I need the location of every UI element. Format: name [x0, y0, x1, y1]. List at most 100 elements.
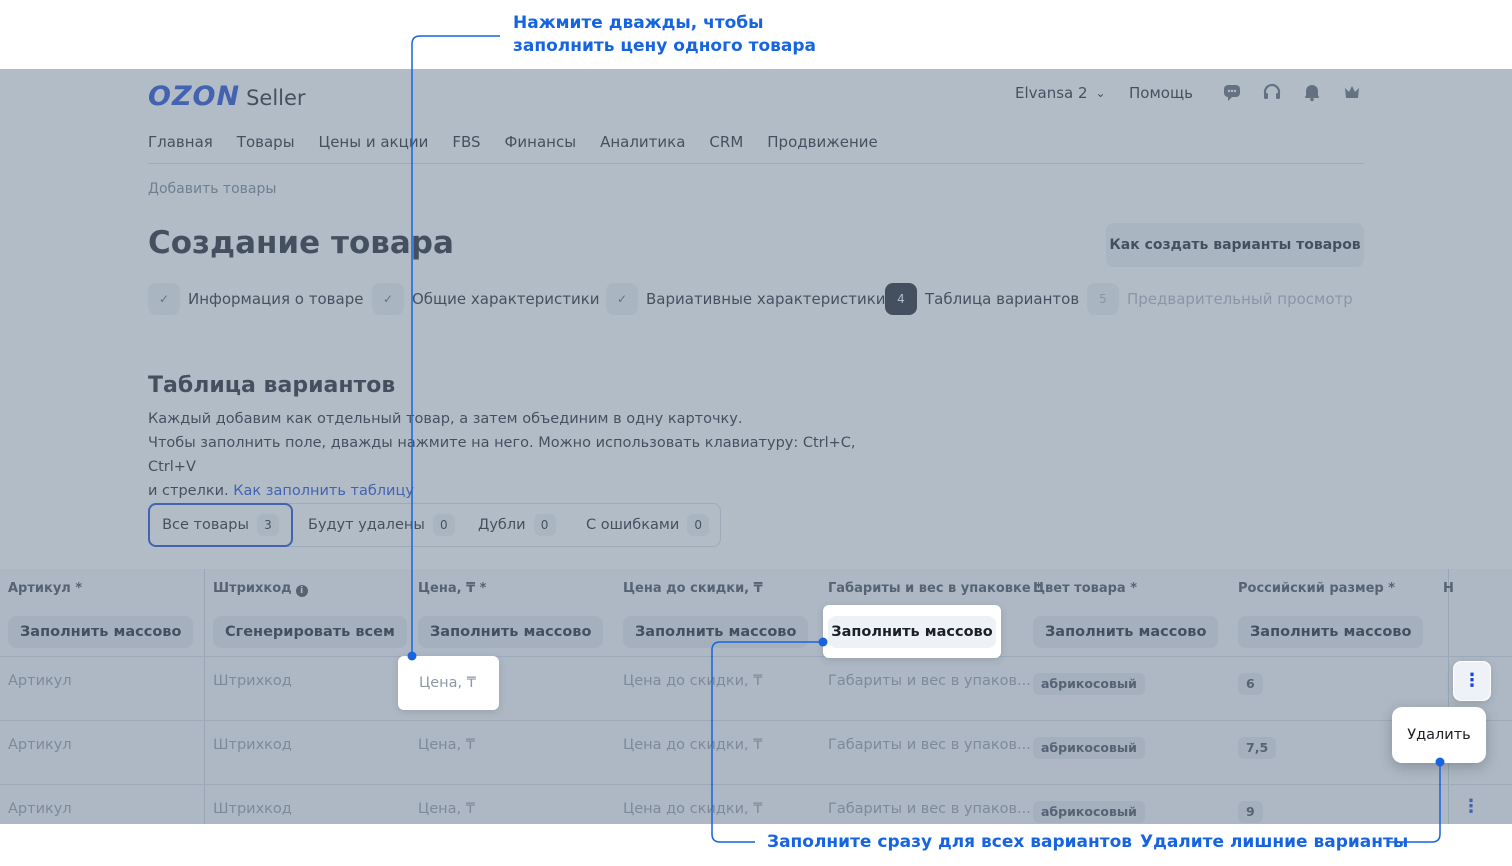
- column-header-dimensions: Габариты и вес в упаковке *: [828, 581, 1042, 596]
- ozon-seller-logo[interactable]: OZON Seller: [148, 81, 306, 112]
- price-cell[interactable]: Цена, ₸: [418, 801, 475, 817]
- callout-fill-all: Заполните сразу для всех вариантов: [767, 832, 1133, 852]
- column-header-old-price: Цена до скидки, ₸: [623, 581, 763, 596]
- row-divider: [0, 656, 1512, 657]
- nav-item-home[interactable]: Главная: [148, 133, 213, 151]
- row-divider: [0, 784, 1512, 785]
- column-divider: [204, 569, 205, 824]
- chat-icon[interactable]: [1221, 82, 1243, 104]
- nav-item-products[interactable]: Товары: [237, 133, 295, 151]
- price-cell[interactable]: Цена, ₸: [398, 656, 499, 710]
- tab-with-errors[interactable]: С ошибками 0: [586, 504, 710, 546]
- size-chip[interactable]: 7,5: [1238, 737, 1277, 759]
- generate-all-button[interactable]: Сгенерировать всем: [213, 616, 407, 648]
- tab-to-be-deleted[interactable]: Будут удалены 0: [308, 504, 455, 546]
- tab-count: 0: [687, 514, 710, 536]
- price-cell[interactable]: Цена, ₸: [418, 737, 475, 753]
- nav-item-analytics[interactable]: Аналитика: [600, 133, 685, 151]
- callout-line: Нажмите дважды, чтобы: [513, 13, 764, 33]
- article-cell[interactable]: Артикул: [8, 801, 72, 817]
- fill-mass-button[interactable]: Заполнить массово: [8, 616, 194, 648]
- tab-count: 3: [256, 514, 279, 536]
- nav-item-crm[interactable]: CRM: [709, 133, 743, 151]
- fill-mass-button[interactable]: Заполнить массово: [1033, 616, 1219, 648]
- account-switcher[interactable]: Elvansa 2 ⌄: [1015, 84, 1106, 102]
- how-to-fill-link[interactable]: Как заполнить таблицу: [233, 483, 414, 499]
- fill-mass-button[interactable]: Заполнить массово: [1238, 616, 1424, 648]
- breadcrumb[interactable]: Добавить товары: [148, 181, 276, 197]
- section-description: Каждый добавим как отдельный товар, а за…: [148, 407, 888, 503]
- tab-all-products[interactable]: Все товары 3: [148, 503, 293, 547]
- nav-item-fbs[interactable]: FBS: [452, 133, 480, 151]
- check-icon: ✓: [606, 283, 638, 315]
- nav-divider: [148, 163, 1364, 164]
- step-label: Общие характеристики: [412, 290, 600, 308]
- step-number: 5: [1087, 283, 1119, 315]
- variants-table: [0, 569, 1512, 824]
- nav-item-promotion[interactable]: Продвижение: [767, 133, 877, 151]
- row-menu-icon[interactable]: ⋮: [1453, 796, 1489, 817]
- step-product-info[interactable]: ✓ Информация о товаре: [148, 283, 363, 315]
- tab-label: С ошибками: [586, 517, 680, 533]
- bell-icon[interactable]: [1301, 82, 1323, 104]
- old-price-cell[interactable]: Цена до скидки, ₸: [623, 801, 762, 817]
- barcode-cell[interactable]: Штрихкод: [213, 801, 292, 817]
- logo-product: Seller: [246, 86, 306, 110]
- delete-menu-item[interactable]: Удалить: [1392, 707, 1486, 763]
- old-price-cell[interactable]: Цена до скидки, ₸: [623, 737, 762, 753]
- nav-item-finance[interactable]: Финансы: [505, 133, 577, 151]
- step-variants-table[interactable]: 4 Таблица вариантов: [885, 283, 1079, 315]
- page-title: Создание товара: [148, 225, 454, 261]
- nav-item-prices[interactable]: Цены и акции: [319, 133, 429, 151]
- step-variant-specs[interactable]: ✓ Вариативные характеристики: [606, 283, 886, 315]
- headset-icon[interactable]: [1261, 82, 1283, 104]
- fill-mass-button[interactable]: Заполнить массово: [623, 616, 809, 648]
- step-label: Информация о товаре: [188, 290, 364, 308]
- howto-variants-button[interactable]: Как создать варианты товаров: [1106, 223, 1364, 267]
- size-chip[interactable]: 6: [1238, 673, 1263, 695]
- column-header-price: Цена, ₸ *: [418, 581, 487, 596]
- check-icon: ✓: [372, 283, 404, 315]
- fill-mass-button[interactable]: Заполнить массово: [418, 616, 604, 648]
- callout-double-click: Нажмите дважды, чтобы заполнить цену одн…: [513, 12, 816, 58]
- article-cell[interactable]: Артикул: [8, 737, 72, 753]
- tab-count: 0: [533, 514, 556, 536]
- barcode-cell[interactable]: Штрихкод: [213, 673, 292, 689]
- row-menu-icon[interactable]: ⋮: [1454, 662, 1490, 700]
- description-line: и стрелки.: [148, 483, 229, 499]
- tab-label: Будут удалены: [308, 517, 425, 533]
- column-header-next: Н: [1443, 581, 1454, 596]
- color-chip[interactable]: абрикосовый: [1033, 673, 1145, 695]
- chevron-down-icon: ⌄: [1095, 86, 1106, 100]
- color-chip[interactable]: абрикосовый: [1033, 801, 1145, 823]
- callout-line: заполнить цену одного товара: [513, 36, 816, 56]
- step-label: Предварительный просмотр: [1127, 290, 1353, 308]
- column-header-label: Штрихкод: [213, 581, 292, 596]
- tab-duplicates[interactable]: Дубли 0: [478, 504, 556, 546]
- color-chip[interactable]: абрикосовый: [1033, 737, 1145, 759]
- dimensions-cell[interactable]: Габариты и вес в упаков...: [828, 673, 1031, 689]
- description-line: Каждый добавим как отдельный товар, а за…: [148, 411, 743, 427]
- fill-mass-button[interactable]: Заполнить массово: [828, 616, 996, 648]
- info-icon[interactable]: i: [295, 585, 308, 597]
- tab-label: Дубли: [478, 517, 526, 533]
- column-header-color: Цвет товара *: [1033, 581, 1138, 596]
- dimensions-cell[interactable]: Габариты и вес в упаков...: [828, 737, 1031, 753]
- old-price-cell[interactable]: Цена до скидки, ₸: [623, 673, 762, 689]
- help-link[interactable]: Помощь: [1129, 84, 1193, 102]
- highlighted-row-menu: ⋮: [1453, 661, 1491, 701]
- step-preview[interactable]: 5 Предварительный просмотр: [1087, 283, 1353, 315]
- step-number: 4: [885, 283, 917, 315]
- step-label: Вариативные характеристики: [646, 290, 886, 308]
- step-general-specs[interactable]: ✓ Общие характеристики: [372, 283, 600, 315]
- crown-icon[interactable]: [1341, 82, 1363, 104]
- size-chip[interactable]: 9: [1238, 801, 1263, 823]
- article-cell[interactable]: Артикул: [8, 673, 72, 689]
- column-header-ru-size: Российский размер *: [1238, 581, 1396, 596]
- dimensions-cell[interactable]: Габариты и вес в упаков...: [828, 801, 1031, 817]
- barcode-cell[interactable]: Штрихкод: [213, 737, 292, 753]
- highlighted-fill-mass: Заполнить массово: [823, 605, 1001, 658]
- logo-brand: OZON: [148, 81, 241, 112]
- filter-tabs: Все товары 3 Будут удалены 0 Дубли 0 С о…: [148, 503, 721, 547]
- row-divider: [0, 720, 1512, 721]
